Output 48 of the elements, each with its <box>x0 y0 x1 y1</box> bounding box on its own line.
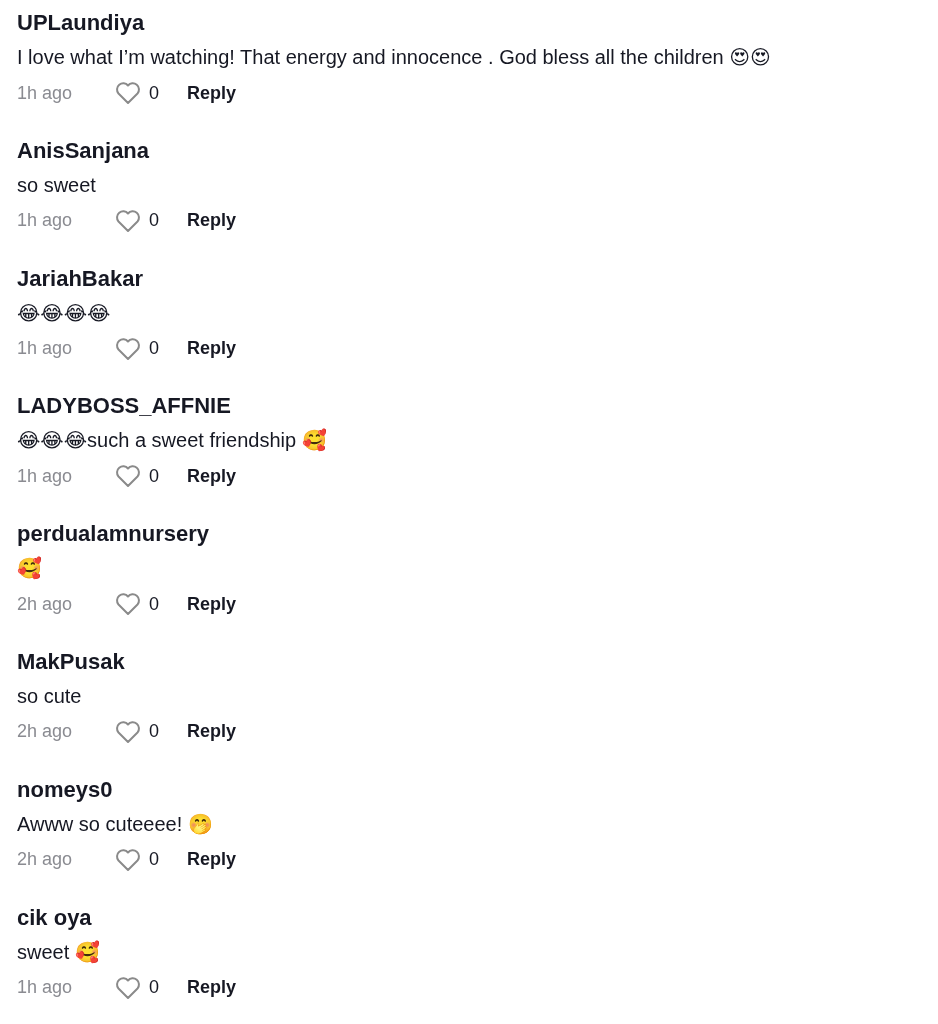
comment-text: I love what I’m watching! That energy and innocence . God bless all the children 😍😍 <box>17 45 772 70</box>
heart-icon[interactable] <box>115 975 141 1000</box>
timestamp: 2h ago <box>17 849 73 871</box>
timestamp: 1h ago <box>17 977 73 999</box>
heart-icon[interactable] <box>115 464 141 489</box>
reply-button[interactable]: Reply <box>187 82 237 104</box>
username[interactable]: cik oya <box>17 902 921 933</box>
reply-button[interactable]: Reply <box>187 721 237 743</box>
comment-text: so sweet <box>17 172 97 198</box>
heart-icon[interactable] <box>115 592 141 617</box>
username[interactable]: perdualamnursery <box>17 519 921 550</box>
like-count: 0 <box>149 338 159 360</box>
username[interactable]: nomeys0 <box>17 774 921 805</box>
reply-button[interactable]: Reply <box>187 849 237 871</box>
heart-icon[interactable] <box>115 720 141 744</box>
username[interactable]: AnisSanjana <box>17 135 921 166</box>
timestamp: 1h ago <box>17 210 73 232</box>
reply-button[interactable]: Reply <box>187 338 237 360</box>
reply-button[interactable]: Reply <box>187 465 237 487</box>
comment-text: sweet 🥰 <box>17 939 101 965</box>
comment-text: 😂😂😂😂 <box>17 300 112 326</box>
reply-button[interactable]: Reply <box>187 593 237 615</box>
like-count: 0 <box>149 210 159 232</box>
heart-icon[interactable] <box>115 336 141 361</box>
timestamp: 2h ago <box>17 721 73 743</box>
heart-icon[interactable] <box>115 81 141 105</box>
reply-button[interactable]: Reply <box>187 210 237 232</box>
timestamp: 2h ago <box>17 593 73 615</box>
username[interactable]: LADYBOSS_AFFNIE <box>17 391 921 422</box>
username[interactable]: MakPusak <box>17 647 921 677</box>
like-count: 0 <box>149 82 159 104</box>
timestamp: 1h ago <box>17 82 73 104</box>
like-count: 0 <box>149 465 159 487</box>
heart-icon[interactable] <box>115 847 141 872</box>
timestamp: 1h ago <box>17 465 73 487</box>
comment-text: Awww so cuteeee! 🤭 <box>17 811 214 837</box>
timestamp: 1h ago <box>17 338 73 360</box>
username[interactable]: JariahBakar <box>17 263 921 294</box>
like-count: 0 <box>149 721 159 743</box>
comment-text: 😂😂😂such a sweet friendship 🥰 <box>17 427 328 454</box>
heart-icon[interactable] <box>115 208 141 233</box>
like-count: 0 <box>149 593 159 615</box>
reply-button[interactable]: Reply <box>187 977 237 999</box>
username[interactable]: UPLaundiya <box>17 8 921 38</box>
comment-text: so cute <box>17 684 83 709</box>
like-count: 0 <box>149 977 159 999</box>
comment-text: 🥰 <box>17 555 43 582</box>
like-count: 0 <box>149 849 159 871</box>
